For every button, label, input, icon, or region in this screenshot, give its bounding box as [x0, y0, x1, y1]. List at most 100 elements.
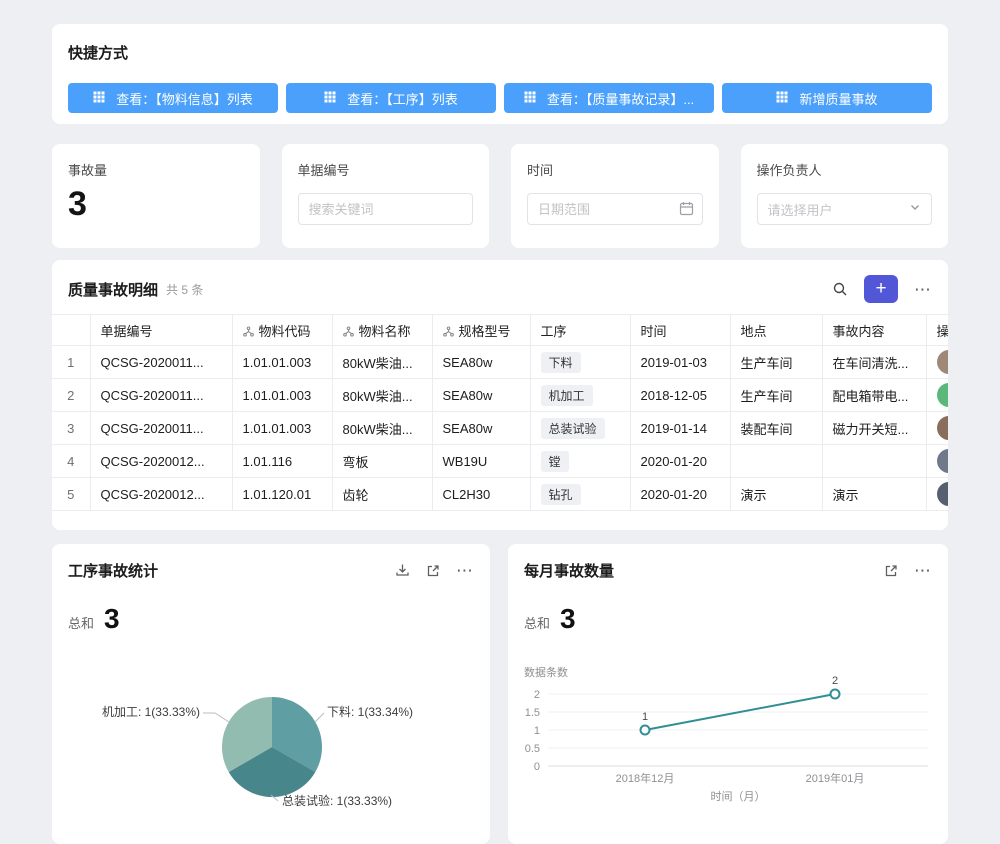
pie-total-label: 总和	[68, 613, 94, 632]
data-point[interactable]	[831, 690, 840, 699]
y-tick-label: 1.5	[525, 707, 540, 719]
incident-count-value: 3	[68, 187, 244, 221]
chevron-down-icon	[909, 200, 921, 218]
search-icon[interactable]	[832, 281, 848, 297]
col-operator: 操	[926, 315, 948, 346]
avatar	[937, 383, 949, 407]
shortcuts-title: 快捷方式	[68, 42, 932, 63]
row-number: 2	[52, 379, 90, 412]
view-incident-records-button[interactable]: 查看：【质量事故记录】...	[504, 83, 714, 113]
cell-doc-no: QCSG-2020012...	[90, 478, 232, 511]
cell-spec: SEA80w	[432, 346, 530, 379]
table-row[interactable]: 1 QCSG-2020011... 1.01.01.003 80kW柴油... …	[52, 346, 948, 379]
process-tag: 下料	[541, 352, 581, 373]
cell-time: 2019-01-14	[630, 412, 730, 445]
cell-time: 2020-01-20	[630, 445, 730, 478]
table-scroll-area[interactable]: 单据编号 物料代码 物料名称 规格型号 工序 时间 地点 事故内容 操 1 QC	[52, 314, 948, 511]
view-material-list-button[interactable]: 查看：【物料信息】列表	[68, 83, 278, 113]
operator-filter-card: 操作负责人 请选择用户	[741, 144, 949, 248]
more-icon[interactable]: ⋯	[914, 281, 932, 298]
grid-icon	[93, 91, 105, 106]
cell-place: 生产车间	[730, 379, 822, 412]
point-value-label: 2	[832, 675, 838, 687]
shortcuts-card: 快捷方式 查看：【物料信息】列表 查看：【工序】列表 查看：【质量事故记录】..…	[52, 24, 948, 124]
open-in-new-icon[interactable]	[884, 564, 898, 578]
cell-place: 生产车间	[730, 346, 822, 379]
cell-spec: SEA80w	[432, 412, 530, 445]
add-record-button[interactable]: +	[864, 275, 898, 303]
process-tag: 机加工	[541, 385, 593, 406]
incident-count-card: 事故量 3	[52, 144, 260, 248]
line-total-value: 3	[560, 603, 576, 635]
y-tick-label: 1	[534, 725, 540, 737]
time-filter-label: 时间	[527, 160, 703, 179]
view-process-list-button[interactable]: 查看：【工序】列表	[286, 83, 496, 113]
col-spec: 规格型号	[432, 315, 530, 346]
line-total-label: 总和	[524, 613, 550, 632]
cell-operator	[926, 445, 948, 478]
grid-icon	[324, 91, 336, 106]
doc-no-filter-label: 单据编号	[298, 160, 474, 179]
table-row[interactable]: 3 QCSG-2020011... 1.01.01.003 80kW柴油... …	[52, 412, 948, 445]
pie-card-title: 工序事故统计	[68, 560, 158, 581]
date-range-input[interactable]	[527, 193, 703, 225]
open-in-new-icon[interactable]	[426, 564, 440, 578]
x-tick-label: 2019年01月	[806, 771, 865, 785]
table-header-row: 单据编号 物料代码 物料名称 规格型号 工序 时间 地点 事故内容 操	[52, 315, 948, 346]
cell-material-code: 1.01.116	[232, 445, 332, 478]
avatar	[937, 416, 949, 440]
col-place: 地点	[730, 315, 822, 346]
cell-time: 2018-12-05	[630, 379, 730, 412]
cell-process: 机加工	[530, 379, 630, 412]
cell-operator	[926, 346, 948, 379]
avatar	[937, 350, 949, 374]
table-row[interactable]: 5 QCSG-2020012... 1.01.120.01 齿轮 CL2H30 …	[52, 478, 948, 511]
more-icon[interactable]: ⋯	[914, 562, 932, 579]
button-label: 查看：【质量事故记录】...	[547, 89, 694, 108]
pie-total-value: 3	[104, 603, 120, 635]
table-count: 共 5 条	[166, 281, 203, 298]
avatar	[937, 482, 949, 506]
cell-spec: WB19U	[432, 445, 530, 478]
cell-spec: SEA80w	[432, 379, 530, 412]
shortcuts-button-row: 查看：【物料信息】列表 查看：【工序】列表 查看：【质量事故记录】... 新增质…	[68, 83, 932, 113]
line-chart: 数据条数 00.511.5212018年12月22019年01月时间（月）	[508, 635, 948, 844]
add-incident-button[interactable]: 新增质量事故	[722, 83, 932, 113]
incident-detail-card: 质量事故明细 共 5 条 + ⋯ 单据编号 物料代码 物料	[52, 260, 948, 530]
user-select[interactable]: 请选择用户	[757, 193, 933, 225]
col-doc-no: 单据编号	[90, 315, 232, 346]
doc-no-search-input[interactable]	[298, 193, 474, 225]
grid-icon	[776, 91, 788, 106]
col-content: 事故内容	[822, 315, 926, 346]
pie-label-left: 机加工: 1(33.33%)	[102, 705, 200, 719]
y-axis-name: 数据条数	[524, 665, 568, 679]
cell-doc-no: QCSG-2020011...	[90, 346, 232, 379]
cell-process: 下料	[530, 346, 630, 379]
cell-material-code: 1.01.120.01	[232, 478, 332, 511]
calendar-icon[interactable]	[679, 201, 694, 216]
cell-place: 演示	[730, 478, 822, 511]
col-material-code: 物料代码	[232, 315, 332, 346]
pie-label-right: 下料: 1(33.34%)	[327, 705, 413, 719]
table-row[interactable]: 2 QCSG-2020011... 1.01.01.003 80kW柴油... …	[52, 379, 948, 412]
table-title: 质量事故明细	[68, 279, 158, 300]
user-select-placeholder: 请选择用户	[768, 200, 833, 219]
more-icon[interactable]: ⋯	[456, 562, 474, 579]
lookup-field-icon	[443, 325, 454, 340]
cell-material-name: 80kW柴油...	[332, 379, 432, 412]
row-number: 1	[52, 346, 90, 379]
button-label: 新增质量事故	[799, 89, 877, 108]
data-point[interactable]	[641, 726, 650, 735]
cell-process: 钻孔	[530, 478, 630, 511]
cell-operator	[926, 379, 948, 412]
monthly-count-card: 每月事故数量 ⋯ 总和 3 数据条数 00.511.5212018年12月220…	[508, 544, 948, 844]
incident-table: 单据编号 物料代码 物料名称 规格型号 工序 时间 地点 事故内容 操 1 QC	[52, 314, 948, 511]
button-label: 查看：【物料信息】列表	[116, 89, 253, 108]
export-icon[interactable]	[395, 563, 410, 578]
cell-process: 总装试验	[530, 412, 630, 445]
y-tick-label: 2	[534, 689, 540, 701]
cell-operator	[926, 412, 948, 445]
filter-row: 事故量 3 单据编号 时间 操作负责人 请选择用户	[52, 144, 948, 248]
x-axis-name: 时间（月）	[711, 790, 766, 803]
table-row[interactable]: 4 QCSG-2020012... 1.01.116 弯板 WB19U 镗 20…	[52, 445, 948, 478]
